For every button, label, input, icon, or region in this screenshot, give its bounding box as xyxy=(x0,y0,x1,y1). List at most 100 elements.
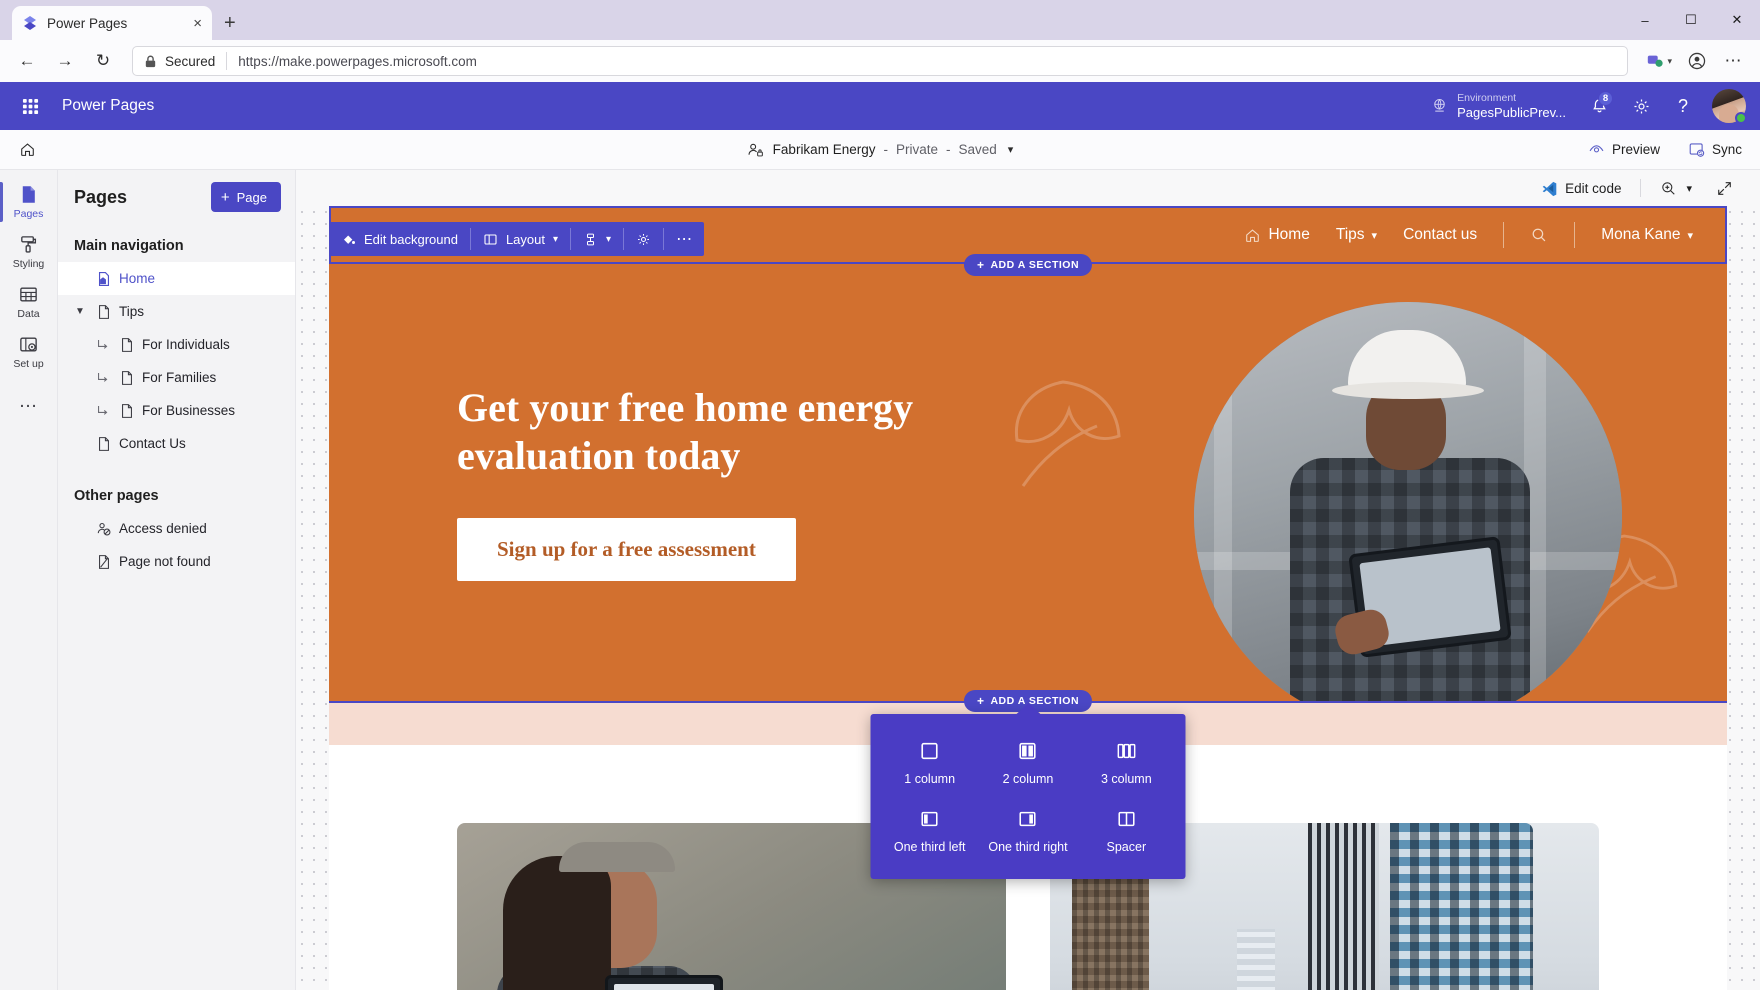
chevron-down-icon[interactable]: ▾ xyxy=(606,234,611,245)
site-search-button[interactable] xyxy=(1530,226,1548,244)
site-visibility: Private xyxy=(895,142,939,157)
page-tree-label: For Families xyxy=(142,370,217,385)
fullscreen-button[interactable] xyxy=(1711,177,1738,200)
app-header: Power Pages Environment PagesPublicPrev.… xyxy=(0,82,1760,130)
page-tree-item-for-businesses[interactable]: For Businesses xyxy=(58,394,295,427)
canvas-area[interactable]: Fabrikam Energy Home Tips ▾ xyxy=(296,206,1760,990)
layout-option-2-column[interactable]: 2 column xyxy=(979,734,1077,794)
sync-button[interactable]: Sync xyxy=(1682,137,1748,162)
hero-photo[interactable] xyxy=(1194,302,1622,701)
address-bar[interactable]: Secured https://make.powerpages.microsof… xyxy=(132,46,1629,76)
lower-image-left-person xyxy=(497,838,707,990)
layout-option-label: One third right xyxy=(988,839,1068,854)
chevron-down-icon[interactable]: ▼ xyxy=(72,306,88,317)
zoom-control[interactable]: ▾ xyxy=(1655,177,1697,200)
layout-option-label: Spacer xyxy=(1106,839,1147,854)
section-layout-flyout[interactable]: 1 column 2 column 3 column One third lef… xyxy=(870,714,1186,880)
chevron-down-icon[interactable]: ▾ xyxy=(553,234,558,245)
section-settings-button[interactable] xyxy=(624,222,663,256)
reload-icon[interactable]: ↻ xyxy=(86,44,120,78)
site-selector[interactable]: Fabrikam Energy - Private - Saved ▾ xyxy=(739,137,1022,163)
layout-option-3-column[interactable]: 3 column xyxy=(1077,734,1175,794)
page-tree-item-tips[interactable]: ▼ Tips xyxy=(58,295,295,328)
help-button[interactable]: ? xyxy=(1664,87,1702,125)
site-preview-frame[interactable]: Fabrikam Energy Home Tips ▾ xyxy=(329,206,1727,990)
page-tree-item-contact-us[interactable]: Contact Us xyxy=(58,427,295,460)
home-icon[interactable] xyxy=(12,135,42,165)
paint-roller-icon xyxy=(21,236,37,253)
browser-toolbar: ← → ↻ Secured https://make.powerpages.mi… xyxy=(0,40,1760,82)
address-bar-url: https://make.powerpages.microsoft.com xyxy=(238,53,477,69)
site-nav-label: Home xyxy=(1268,226,1310,243)
section-more-button[interactable]: ⋯ xyxy=(664,222,704,256)
presence-indicator xyxy=(1735,112,1747,124)
canvas-wrapper: Edit code ▾ Home Tips ▾ Contact us Mona … xyxy=(296,170,1760,990)
hero-title[interactable]: Get your free home energy evaluation tod… xyxy=(457,384,969,480)
window-close-icon[interactable]: ✕ xyxy=(1714,0,1760,40)
hero-cta-button[interactable]: Sign up for a free assessment xyxy=(457,518,796,581)
back-icon[interactable]: ← xyxy=(10,44,44,78)
browser-toolbar-right: ▾ ⋯ xyxy=(1640,44,1750,78)
rail-item-styling[interactable]: Styling xyxy=(0,226,58,276)
site-nav-label: Tips xyxy=(1335,226,1365,243)
chevron-down-icon[interactable]: ▾ xyxy=(1686,182,1692,195)
edit-background-button[interactable]: Edit background xyxy=(329,222,470,256)
layout-option-one-third-right[interactable]: One third right xyxy=(979,802,1077,862)
edit-code-button[interactable]: Edit code xyxy=(1536,177,1626,200)
add-section-button-top[interactable]: + ADD A SECTION xyxy=(963,254,1093,276)
layout-option-one-third-left[interactable]: One third left xyxy=(881,802,979,862)
page-tree-label: Access denied xyxy=(119,521,207,536)
rail-item-data[interactable]: Data xyxy=(0,276,58,326)
app-launcher-icon[interactable] xyxy=(14,90,46,122)
browser-more-icon[interactable]: ⋯ xyxy=(1716,44,1750,78)
page-tree-item-for-individuals[interactable]: For Individuals xyxy=(58,328,295,361)
settings-button[interactable] xyxy=(1622,87,1660,125)
site-nav-contact-us[interactable]: Contact us xyxy=(1403,226,1477,244)
rail-more-button[interactable]: … xyxy=(19,392,39,411)
extensions-icon xyxy=(1648,55,1664,67)
rail-item-setup[interactable]: Set up xyxy=(0,326,58,376)
minimize-icon[interactable]: – xyxy=(1622,0,1668,40)
hero-photo-hardhat-brim xyxy=(1332,382,1484,399)
page-tree-item-page-not-found[interactable]: Page not found xyxy=(58,545,295,578)
edit-background-label: Edit background xyxy=(364,231,458,247)
vscode-icon xyxy=(1542,181,1557,196)
hero-section[interactable]: Get your free home energy evaluation tod… xyxy=(329,264,1727,701)
site-separator-2: - xyxy=(946,142,951,157)
profile-icon[interactable] xyxy=(1680,44,1714,78)
page-tree-item-for-families[interactable]: For Families xyxy=(58,361,295,394)
site-nav-divider xyxy=(1503,222,1505,248)
tree-group-other-pages: Other pages xyxy=(74,488,159,504)
private-site-icon xyxy=(748,143,763,156)
chevron-down-icon[interactable]: ▾ xyxy=(1687,229,1693,242)
account-avatar[interactable] xyxy=(1712,89,1747,124)
notifications-button[interactable]: 8 xyxy=(1580,87,1618,125)
browser-tab[interactable]: Power Pages × xyxy=(12,6,212,40)
layout-option-1-column[interactable]: 1 column xyxy=(881,734,979,794)
layout-button[interactable]: Layout ▾ xyxy=(471,222,570,256)
chevron-down-icon[interactable]: ▾ xyxy=(1372,229,1378,242)
page-icon xyxy=(118,369,135,386)
plus-icon: + xyxy=(976,694,985,708)
forward-icon[interactable]: → xyxy=(48,44,82,78)
environment-picker[interactable]: Environment PagesPublicPrev... xyxy=(1421,89,1576,123)
site-user-menu[interactable]: Mona Kane ▾ xyxy=(1601,226,1693,244)
add-page-button[interactable]: + Page xyxy=(210,182,281,212)
canvas-toolbar-divider xyxy=(1640,179,1642,197)
page-tree-item-access-denied[interactable]: Access denied xyxy=(58,512,295,545)
chevron-down-icon[interactable]: ▾ xyxy=(1008,143,1014,156)
align-button[interactable]: ▾ xyxy=(571,222,623,256)
site-nav-tips[interactable]: Tips ▾ xyxy=(1336,226,1377,244)
maximize-icon[interactable]: ☐ xyxy=(1668,0,1714,40)
extensions-button[interactable]: ▾ xyxy=(1640,49,1678,73)
preview-button[interactable]: Preview xyxy=(1582,137,1666,162)
product-name[interactable]: Power Pages xyxy=(62,97,154,115)
left-rail: Pages Styling Data Set up … xyxy=(0,170,58,990)
new-tab-button[interactable]: + xyxy=(224,13,236,33)
rail-item-pages[interactable]: Pages xyxy=(0,176,58,226)
access-denied-icon xyxy=(95,520,112,537)
site-nav-home[interactable]: Home xyxy=(1244,226,1310,244)
layout-option-spacer[interactable]: Spacer xyxy=(1077,802,1175,862)
page-tree-item-home[interactable]: Home xyxy=(58,262,295,295)
close-icon[interactable]: × xyxy=(193,16,202,31)
